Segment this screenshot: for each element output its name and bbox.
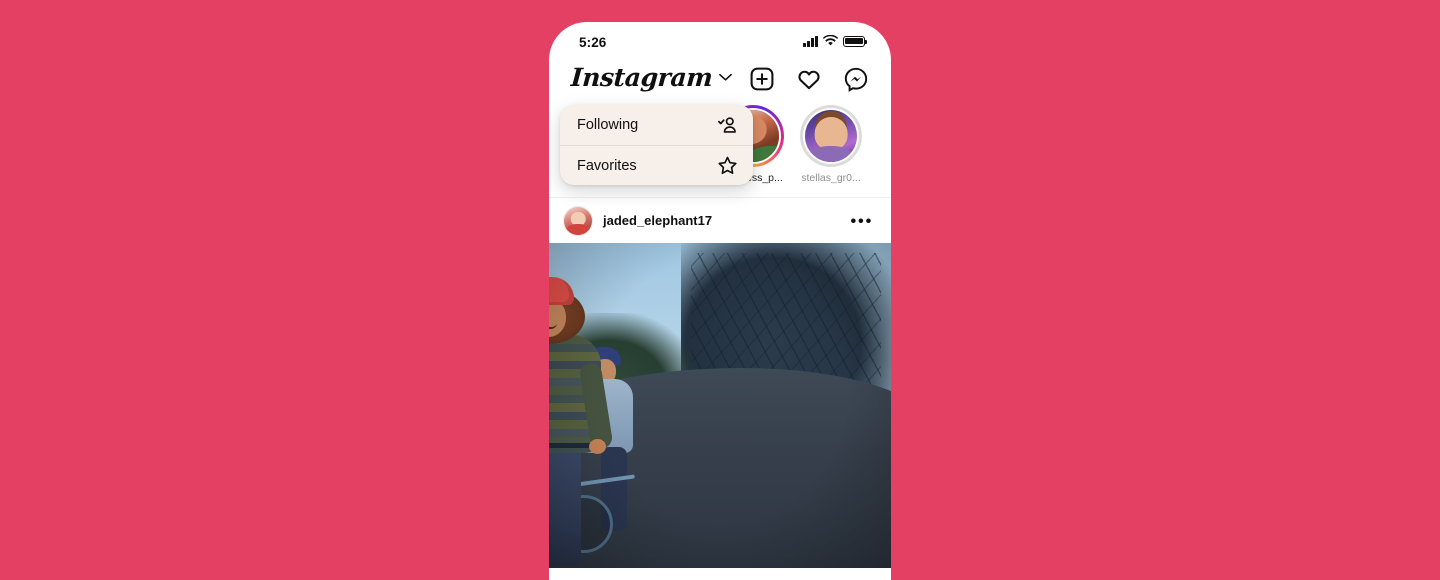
messenger-icon[interactable] — [843, 66, 869, 92]
post-username[interactable]: jaded_elephant17 — [603, 213, 712, 228]
battery-full-icon — [843, 35, 868, 47]
instagram-brand-dropdown-trigger[interactable]: Instagram — [569, 63, 733, 92]
status-bar-clock: 5:26 — [579, 35, 607, 50]
plus-square-icon[interactable] — [749, 66, 775, 92]
story-label: stellas_gr0... — [801, 172, 861, 184]
header-actions — [749, 66, 869, 92]
story-avatar — [802, 107, 860, 165]
story-ring — [800, 105, 862, 167]
more-options-icon[interactable]: ••• — [850, 212, 873, 229]
phone-frame: 5:26 Instagram princess_p... stellas_gr0… — [549, 22, 891, 580]
menu-item-favorites[interactable]: Favorites — [560, 145, 753, 185]
menu-item-following[interactable]: Following — [560, 105, 753, 145]
app-header: Instagram — [549, 58, 891, 102]
person-check-icon — [718, 116, 736, 133]
story-item-3[interactable]: stellas_gr0... — [797, 105, 865, 184]
menu-item-label: Following — [577, 117, 639, 133]
cellular-signal-icon — [803, 35, 818, 47]
post-image[interactable] — [549, 243, 891, 568]
star-icon — [718, 156, 737, 175]
wifi-icon — [823, 35, 838, 46]
instagram-wordmark: Instagram — [569, 63, 714, 92]
menu-item-label: Favorites — [577, 157, 637, 174]
status-bar-icons — [803, 35, 868, 47]
chevron-down-icon — [719, 73, 733, 81]
post-header: jaded_elephant17 ••• — [549, 198, 891, 243]
feed-filter-dropdown: Following Favorites — [560, 105, 753, 185]
avatar[interactable] — [563, 205, 593, 236]
heart-icon[interactable] — [796, 66, 822, 92]
status-bar: 5:26 — [549, 22, 891, 58]
